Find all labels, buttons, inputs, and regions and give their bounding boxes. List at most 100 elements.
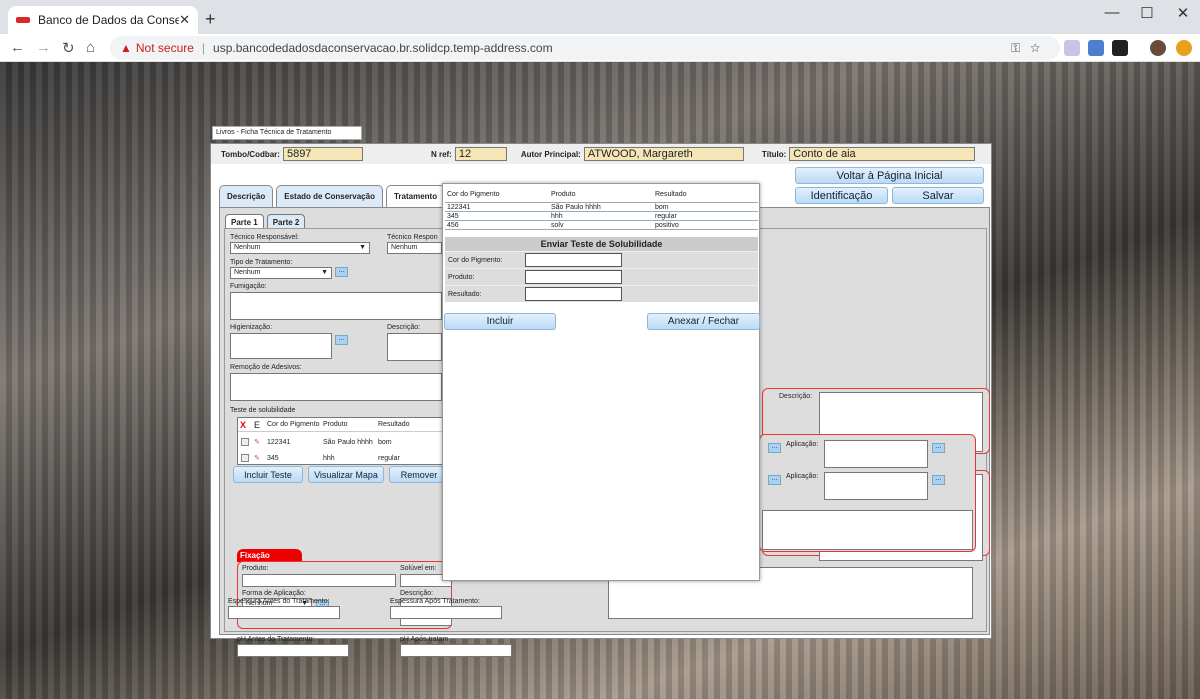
produto-modal-label: Produto:: [448, 273, 475, 281]
fumigacao-field[interactable]: [230, 292, 442, 320]
maximize-icon[interactable]: ☐: [1127, 4, 1167, 22]
higienizacao-field[interactable]: [230, 333, 332, 359]
close-tab-icon[interactable]: ✕: [179, 12, 190, 28]
not-secure-label: Not secure: [135, 41, 194, 55]
descricao-field[interactable]: [387, 333, 442, 361]
nref-label: N ref:: [430, 149, 452, 159]
col-resultado: Resultado: [378, 421, 410, 428]
modal-col-produto: Produto: [551, 190, 576, 198]
table-row[interactable]: ✎ 122341 São Paulo hhhh bom: [238, 432, 448, 452]
descricao-label: Descrição:: [387, 324, 421, 331]
aplicacao2-more-button[interactable]: ...: [768, 475, 781, 485]
titulo-field[interactable]: Conto de aia: [789, 147, 976, 161]
row-checkbox[interactable]: [241, 438, 249, 446]
col-produto: Produto: [323, 421, 348, 428]
modal-col-resultado: Resultado: [655, 190, 687, 198]
titulo-label: Título:: [761, 149, 787, 159]
chevron-down-icon: ▼: [359, 244, 366, 251]
produto-input[interactable]: [525, 270, 622, 284]
browser-tab[interactable]: Banco de Dados da Conservação ✕: [8, 6, 198, 34]
nref-field[interactable]: 12: [454, 147, 507, 161]
produto-label: Produto:: [242, 565, 269, 572]
tecnico2-select[interactable]: Nenhum: [387, 242, 442, 254]
ph-apos-field[interactable]: [400, 644, 512, 657]
aplicacao-more2-button[interactable]: ...: [932, 443, 945, 453]
modal-cell: solv: [551, 221, 564, 229]
cell-produto: hhh: [323, 454, 335, 462]
modal-cell: positivo: [655, 221, 679, 229]
right-text-field[interactable]: [762, 510, 973, 550]
address-bar[interactable]: ▲ Not secure | usp.bancodedadosdaconserv…: [110, 36, 1060, 60]
table-row[interactable]: 122341 São Paulo hhhh bom: [445, 203, 758, 212]
salvar-button[interactable]: Salvar: [892, 187, 984, 204]
close-window-icon[interactable]: ✕: [1163, 4, 1200, 22]
visualizar-mapa-button[interactable]: Visualizar Mapa: [308, 466, 384, 483]
solubility-table: X E Cor do Pigmento Produto Resultado ✎ …: [237, 417, 449, 465]
ph-antes-field[interactable]: [237, 644, 349, 657]
reload-icon[interactable]: ↻: [62, 39, 75, 57]
table-row[interactable]: ✎ 345 hhh regular: [238, 452, 448, 464]
extension-icon[interactable]: [1064, 40, 1080, 56]
tecnico-label: Técnico Responsável:: [230, 234, 299, 241]
chevron-down-icon: ▼: [321, 269, 328, 276]
browser-toolbar: ← → ↻ ⌂ ▲ Not secure | usp.bancodedadosd…: [0, 34, 1200, 62]
modal-table: Cor do Pigmento Produto Resultado 122341…: [445, 186, 758, 230]
cell-produto: São Paulo hhhh: [323, 438, 373, 446]
modal-cell: São Paulo hhhh: [551, 203, 601, 211]
anexar-fechar-button[interactable]: Anexar / Fechar: [647, 313, 760, 330]
back-icon[interactable]: ←: [10, 39, 25, 56]
main-tabs: Descrição Estado de Conservação Tratamen…: [219, 185, 448, 207]
pencil-icon[interactable]: ✎: [252, 454, 265, 462]
resultado-input[interactable]: [525, 287, 622, 301]
pencil-icon[interactable]: ✎: [252, 438, 265, 446]
tipo-more-button[interactable]: ...: [335, 267, 348, 277]
ph-apos-label: pH Após tratam: [400, 636, 449, 643]
tombo-label: Tombo/Codbar:: [221, 149, 280, 159]
tab-tratamento[interactable]: Tratamento: [385, 185, 446, 207]
modal-form: Enviar Teste de Solubilidade Cor do Pigm…: [445, 237, 758, 302]
extension-icon[interactable]: [1176, 40, 1192, 56]
avatar[interactable]: [1150, 40, 1166, 56]
higienizacao-more-button[interactable]: ...: [335, 335, 348, 345]
extension-icon[interactable]: [1112, 40, 1128, 56]
modal-cell: 122341: [447, 203, 471, 211]
aplicacao-field[interactable]: [824, 440, 928, 468]
cor-input[interactable]: [525, 253, 622, 267]
tecnico-value: Nenhum: [234, 244, 261, 251]
extension-icon[interactable]: [1088, 40, 1104, 56]
table-row[interactable]: 456 solv positivo: [445, 221, 758, 230]
esp-apos-field[interactable]: [390, 606, 502, 619]
modal-cell: bom: [655, 203, 669, 211]
tab-estado[interactable]: Estado de Conservação: [276, 185, 383, 207]
aplicacao2-label: Aplicação:: [786, 473, 819, 480]
modal-cell: hhh: [551, 212, 563, 220]
remover-button[interactable]: Remover: [389, 466, 449, 483]
produto-field[interactable]: [242, 574, 396, 587]
row-checkbox[interactable]: [241, 454, 249, 462]
home-icon[interactable]: ⌂: [86, 39, 95, 56]
tab-descricao[interactable]: Descrição: [219, 185, 274, 207]
voltar-button[interactable]: Voltar à Página Inicial: [795, 167, 984, 184]
identificacao-button[interactable]: Identificação: [795, 187, 888, 204]
incluir-button[interactable]: Incluir: [444, 313, 556, 330]
aplicacao2-field[interactable]: [824, 472, 928, 500]
aplicacao-more-button[interactable]: ...: [768, 443, 781, 453]
key-star-icons[interactable]: ⚿☆: [1011, 41, 1050, 56]
cell-resultado: regular: [378, 454, 400, 462]
modal-cell: 345: [447, 212, 459, 220]
minimize-icon[interactable]: —: [1092, 4, 1132, 21]
autor-field[interactable]: ATWOOD, Margareth: [583, 147, 744, 161]
aplicacao2-more2-button[interactable]: ...: [932, 475, 945, 485]
fumigacao-label: Fumigação:: [230, 283, 267, 290]
table-row[interactable]: 345 hhh regular: [445, 212, 758, 221]
tipo-select[interactable]: Nenhum ▼: [230, 267, 332, 279]
remocao-field[interactable]: [230, 373, 442, 401]
ph-antes-label: pH Antes do Tratamento:: [237, 636, 315, 643]
incluir-teste-button[interactable]: Incluir Teste: [233, 466, 303, 483]
tecnico-select[interactable]: Nenhum ▼: [230, 242, 370, 254]
autor-label: Autor Principal:: [520, 149, 581, 159]
esp-antes-field[interactable]: [228, 606, 340, 619]
tombo-field[interactable]: 5897: [282, 147, 363, 161]
new-tab-icon[interactable]: +: [205, 9, 216, 30]
forward-icon[interactable]: →: [36, 39, 51, 56]
